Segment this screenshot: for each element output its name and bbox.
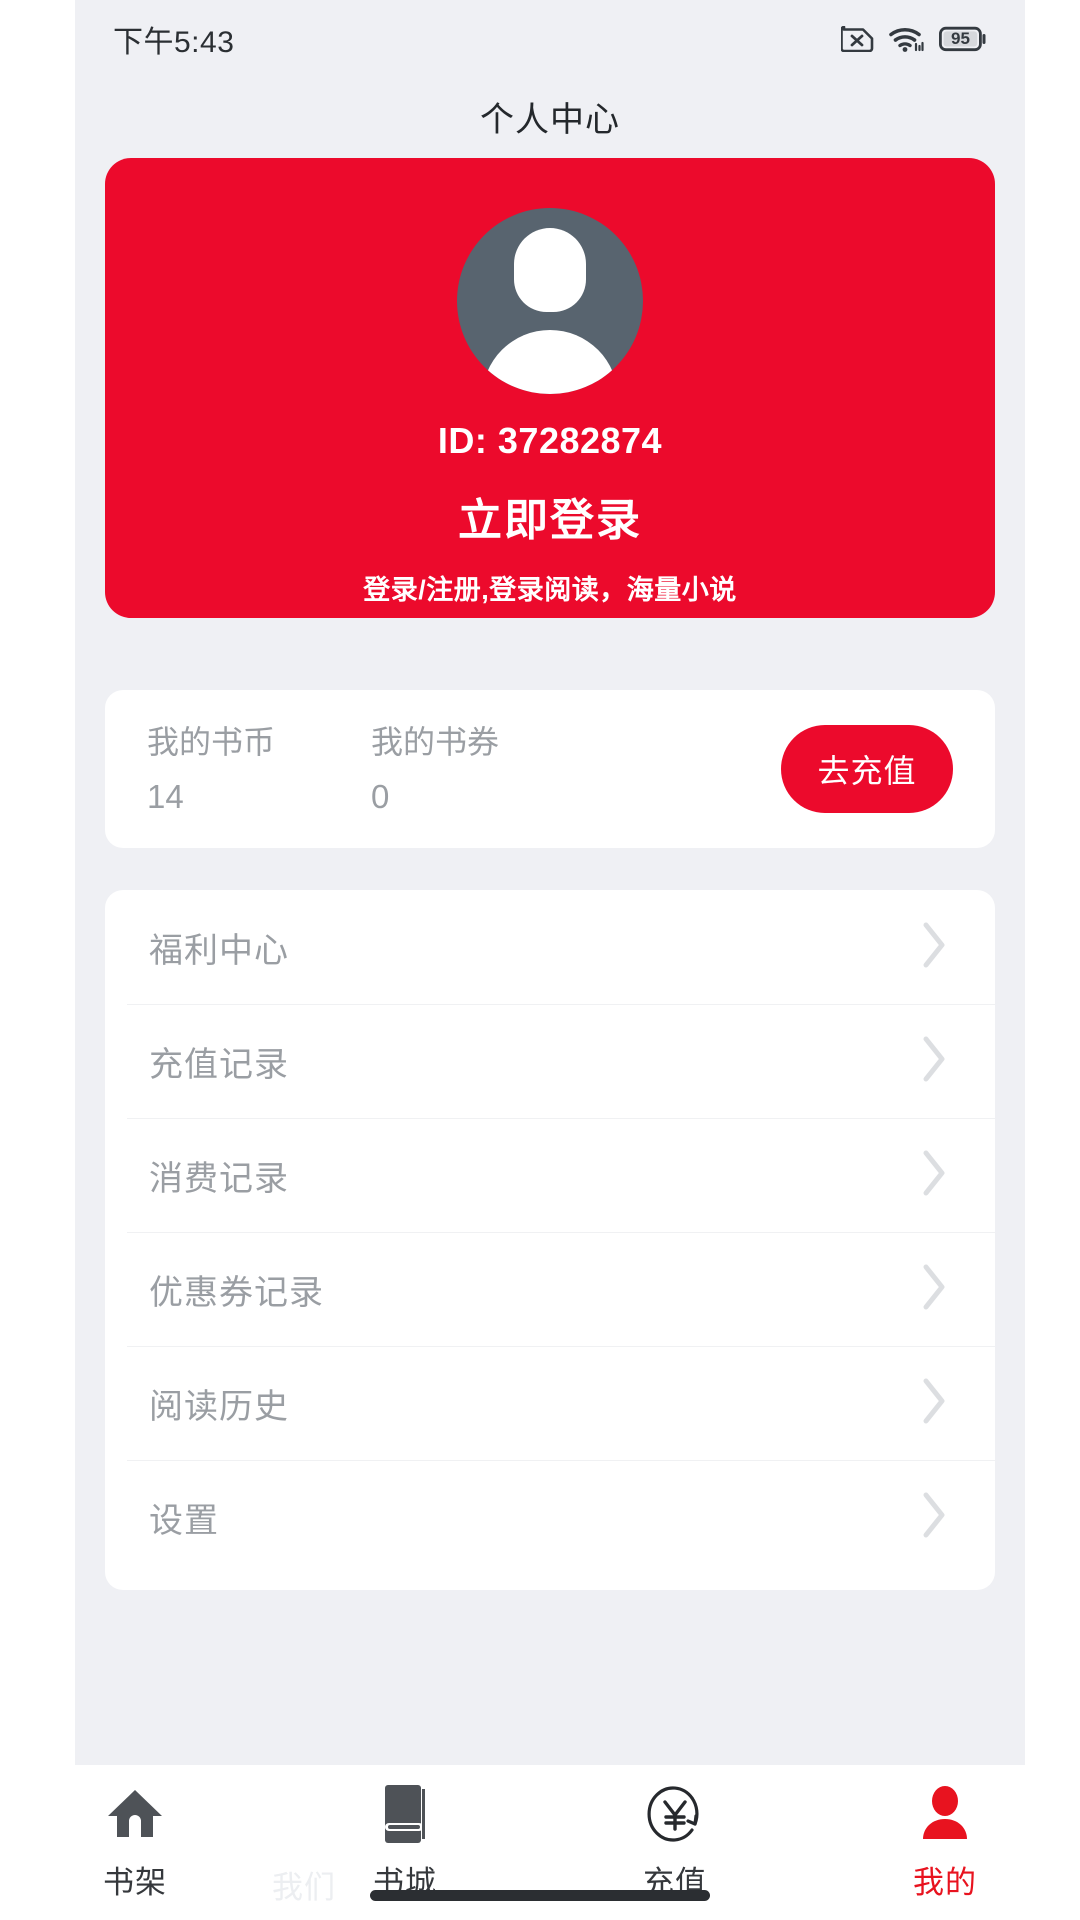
nav-tab-label: 我的 xyxy=(913,1857,977,1902)
menu-item-label: 充值记录 xyxy=(149,1037,289,1086)
balance-card: 我的书币 14 我的书券 0 去充值 xyxy=(105,690,995,848)
sim-card-disabled-icon xyxy=(841,26,875,52)
profile-id: ID: 37282874 xyxy=(438,420,662,462)
profile-subtitle: 登录/注册,登录阅读，海量小说 xyxy=(363,568,737,607)
menu-list: 福利中心 充值记录 消费记录 优惠券记录 xyxy=(105,890,995,1590)
profile-card[interactable]: ID: 37282874 立即登录 登录/注册,登录阅读，海量小说 xyxy=(105,158,995,618)
phone-screen: 下午5:43 xyxy=(0,0,1080,1920)
avatar-head xyxy=(514,228,586,312)
book-coins-block: 我的书币 14 xyxy=(105,725,343,813)
nav-tab-label: 书架 xyxy=(103,1857,167,1902)
menu-item-label: 阅读历史 xyxy=(149,1379,289,1428)
chevron-right-icon xyxy=(917,1259,951,1320)
nav-tab-bookshelf[interactable]: 书架 xyxy=(0,1783,270,1902)
nav-tab-recharge[interactable]: 充值 xyxy=(540,1783,810,1902)
avatar-body xyxy=(482,330,618,394)
battery-icon: 95 xyxy=(939,26,987,52)
book-coins-label: 我的书币 xyxy=(147,725,343,760)
menu-item-consumption-records[interactable]: 消费记录 xyxy=(105,1118,995,1232)
chevron-right-icon xyxy=(917,1373,951,1434)
home-indicator[interactable] xyxy=(370,1890,710,1901)
book-vouchers-value: 0 xyxy=(371,780,593,813)
app-viewport: 下午5:43 xyxy=(75,0,1025,1765)
person-icon xyxy=(916,1783,974,1845)
status-bar: 下午5:43 xyxy=(75,0,1025,78)
menu-item-label: 设置 xyxy=(149,1493,219,1542)
battery-level-label: 95 xyxy=(939,26,982,52)
menu-item-label: 福利中心 xyxy=(149,923,289,972)
menu-item-welfare-center[interactable]: 福利中心 xyxy=(105,890,995,1004)
home-icon xyxy=(105,1783,165,1845)
nav-tab-bookstore[interactable]: 书城 xyxy=(270,1783,540,1902)
book-vouchers-block: 我的书券 0 xyxy=(343,725,593,813)
go-recharge-button[interactable]: 去充值 xyxy=(781,725,953,813)
menu-item-recharge-records[interactable]: 充值记录 xyxy=(105,1004,995,1118)
menu-item-reading-history[interactable]: 阅读历史 xyxy=(105,1346,995,1460)
wifi-icon xyxy=(889,25,925,53)
bottom-navigation: 书架 书城 xyxy=(0,1765,1080,1920)
chevron-right-icon xyxy=(917,1487,951,1548)
default-avatar-icon[interactable] xyxy=(457,208,643,394)
status-icons: 95 xyxy=(841,25,987,53)
status-time: 下午5:43 xyxy=(113,17,234,61)
chevron-right-icon xyxy=(917,917,951,978)
yen-refresh-icon xyxy=(644,1783,706,1845)
book-coins-value: 14 xyxy=(147,780,343,813)
nav-tab-mine[interactable]: 我的 xyxy=(810,1783,1080,1902)
page-title: 个人中心 xyxy=(75,80,1025,152)
chevron-right-icon xyxy=(917,1145,951,1206)
menu-item-label: 优惠券记录 xyxy=(149,1265,324,1314)
login-now-button[interactable]: 立即登录 xyxy=(458,484,642,548)
menu-item-coupon-records[interactable]: 优惠券记录 xyxy=(105,1232,995,1346)
book-icon xyxy=(376,1783,434,1845)
book-vouchers-label: 我的书券 xyxy=(371,725,593,760)
chevron-right-icon xyxy=(917,1031,951,1092)
menu-item-label: 消费记录 xyxy=(149,1151,289,1200)
menu-item-settings[interactable]: 设置 xyxy=(105,1460,995,1574)
